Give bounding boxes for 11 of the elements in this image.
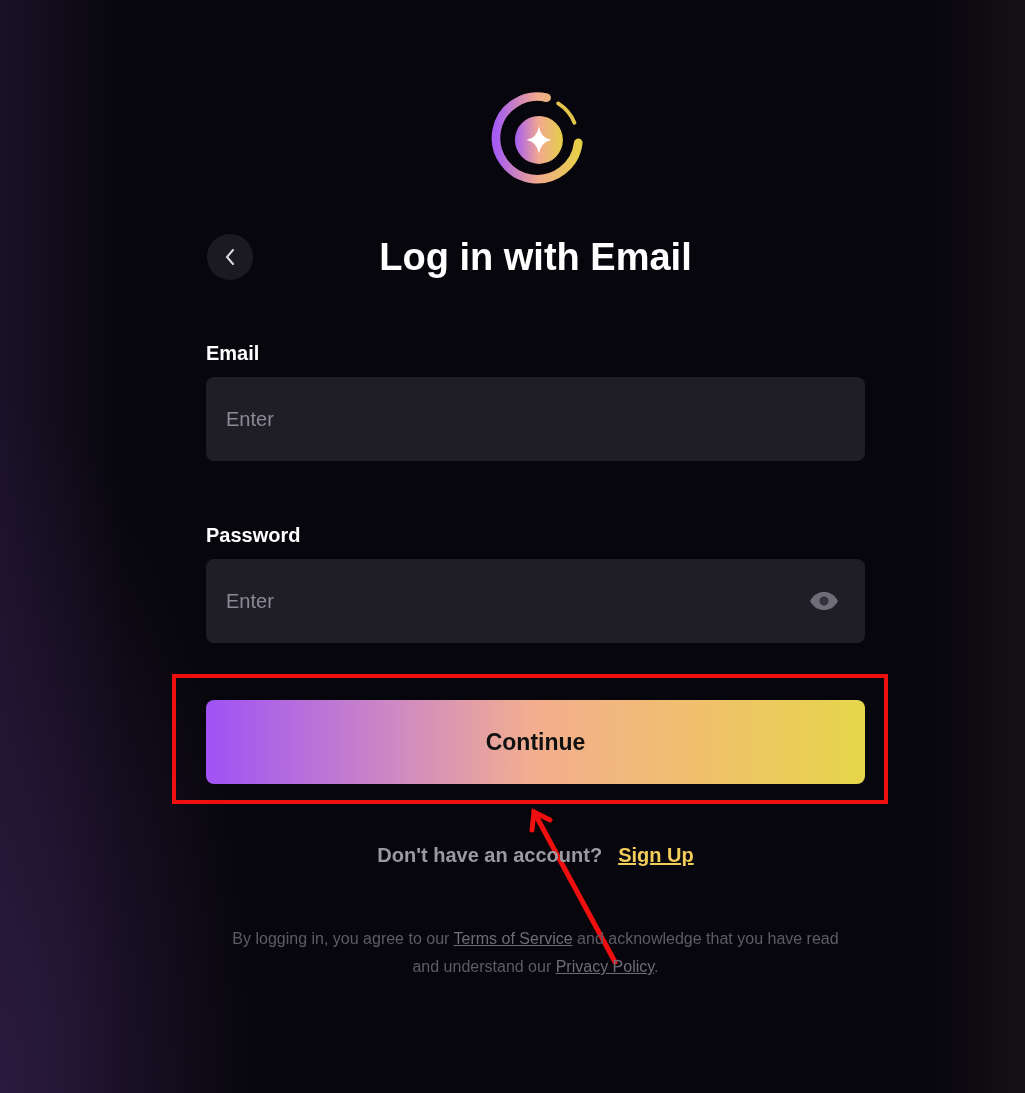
eye-icon[interactable] <box>809 591 839 611</box>
field-label: Password <box>206 524 301 547</box>
chevron-left-icon <box>223 247 237 267</box>
sign-up-link[interactable]: Sign Up <box>618 844 694 867</box>
page-title: Log in with Email <box>379 235 692 278</box>
privacy-link[interactable]: Privacy Policy <box>555 958 655 975</box>
field-label: Email <box>206 342 260 365</box>
continue-button[interactable]: Continue <box>206 700 865 784</box>
password-field[interactable]: Enter <box>206 559 865 643</box>
email-field[interactable]: Enter <box>206 377 865 461</box>
terms-link[interactable]: Terms of Service <box>453 930 573 947</box>
